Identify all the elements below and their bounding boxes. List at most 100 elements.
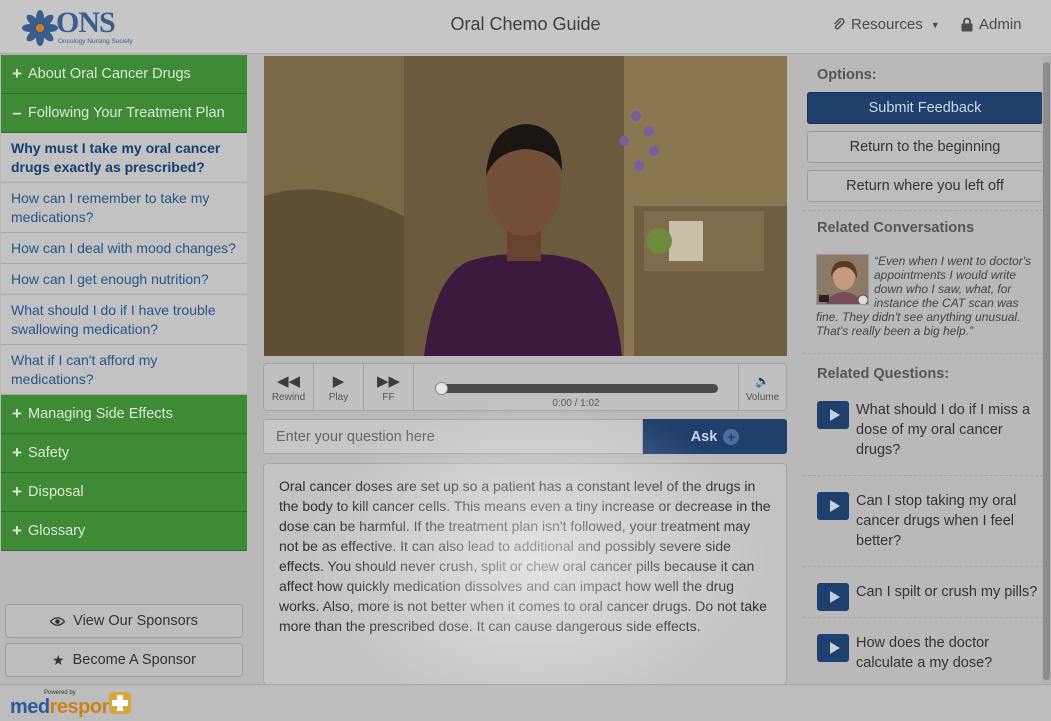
play-icon: [817, 401, 849, 429]
admin-link[interactable]: Admin: [960, 16, 1022, 33]
related-conversations-heading: Related Conversations: [817, 220, 975, 236]
nav-item-nutrition[interactable]: How can I get enough nutrition?: [1, 264, 247, 295]
related-questions-heading: Related Questions:: [817, 366, 950, 382]
nav-section-label: Safety: [28, 445, 70, 461]
divider: [803, 617, 1043, 618]
video-frame: [264, 56, 787, 356]
conversation-thumbnail[interactable]: [816, 254, 869, 305]
return-beginning-button[interactable]: Return to the beginning: [807, 131, 1043, 163]
nav-section-glossary[interactable]: + Glossary: [1, 512, 247, 551]
rewind-icon: ◀◀: [276, 373, 301, 390]
rewind-button[interactable]: ◀◀ Rewind: [264, 364, 314, 410]
fast-forward-label: FF: [382, 392, 395, 403]
nav-section-label: Glossary: [28, 523, 86, 539]
medrespond-logo[interactable]: Powered by medrespond: [10, 688, 140, 718]
related-question-item[interactable]: Can I spilt or crush my pills?: [817, 582, 1043, 611]
view-sponsors-label: View Our Sponsors: [73, 613, 198, 629]
admin-label: Admin: [979, 16, 1022, 33]
nav-section-label: Following Your Treatment Plan: [28, 105, 225, 121]
nav-section-label: Disposal: [28, 484, 84, 500]
expand-plus-icon: +: [12, 404, 22, 423]
options-scrollbar[interactable]: [1042, 56, 1051, 684]
become-sponsor-label: Become A Sponsor: [72, 652, 196, 668]
lock-icon: [961, 17, 973, 32]
nav-item-remember-medications[interactable]: How can I remember to take my medication…: [1, 183, 247, 233]
volume-button[interactable]: 🔈 Volume: [738, 364, 786, 410]
nav-section-treatment-plan[interactable]: – Following Your Treatment Plan: [1, 94, 247, 133]
play-icon: [817, 583, 849, 611]
play-icon: [817, 634, 849, 662]
related-question-text: Can I stop taking my oral cancer drugs w…: [856, 493, 1017, 549]
nav-section-label: About Oral Cancer Drugs: [28, 66, 191, 82]
view-sponsors-button[interactable]: View Our Sponsors: [5, 604, 243, 638]
progress-handle[interactable]: [435, 382, 448, 395]
logo-subtext: Oncology Nursing Society: [58, 38, 133, 45]
nav-item-afford[interactable]: What if I can't afford my medications?: [1, 345, 247, 395]
divider: [803, 353, 1043, 354]
video-player[interactable]: [264, 56, 787, 356]
nav-section-label: Managing Side Effects: [28, 406, 173, 422]
play-button[interactable]: ▶ Play: [314, 364, 364, 410]
expand-plus-icon: +: [12, 64, 22, 83]
fast-forward-icon: ▶▶: [376, 373, 401, 390]
topic-navigation: + About Oral Cancer Drugs – Following Yo…: [1, 55, 247, 551]
return-left-off-button[interactable]: Return where you left off: [807, 170, 1043, 202]
answer-text: Oral cancer doses are set up so a patien…: [263, 463, 787, 685]
volume-icon: 🔈: [755, 374, 770, 388]
play-label: Play: [328, 392, 349, 403]
volume-label: Volume: [745, 392, 780, 403]
nav-item-take-exactly[interactable]: Why must I take my oral cancer drugs exa…: [1, 133, 247, 183]
options-heading: Options:: [817, 67, 877, 83]
related-question-text: What should I do if I miss a dose of my …: [856, 402, 1031, 458]
resources-label: Resources: [851, 16, 923, 33]
paperclip-icon: [834, 17, 845, 29]
play-icon: [817, 492, 849, 520]
eye-icon: [50, 616, 66, 626]
app-header: ONS Oncology Nursing Society Oral Chemo …: [0, 0, 1051, 54]
resources-menu[interactable]: Resources ▼: [832, 16, 940, 33]
logo-text: ONS: [56, 6, 116, 39]
footer: [0, 684, 1051, 721]
ons-logo[interactable]: ONS Oncology Nursing Society: [22, 6, 133, 48]
nav-section-disposal[interactable]: + Disposal: [1, 473, 247, 512]
expand-plus-icon: +: [12, 482, 22, 501]
divider: [803, 475, 1043, 476]
chevron-down-icon: ▼: [930, 19, 940, 30]
play-icon: ▶: [332, 373, 345, 390]
divider: [803, 210, 1043, 211]
nav-section-safety[interactable]: + Safety: [1, 434, 247, 473]
nav-section-about-drugs[interactable]: + About Oral Cancer Drugs: [1, 55, 247, 94]
related-question-text: Can I spilt or crush my pills?: [856, 584, 1038, 600]
question-input[interactable]: [263, 419, 643, 454]
time-readout: 0:00 / 1:02: [552, 398, 600, 409]
related-question-item[interactable]: How does the doctor calculate a my dose?: [817, 633, 1043, 673]
expand-plus-icon: +: [12, 521, 22, 540]
star-icon: ★: [52, 651, 65, 668]
scrollbar-thumb[interactable]: [1043, 62, 1050, 680]
nav-item-swallowing[interactable]: What should I do if I have trouble swall…: [1, 295, 247, 345]
progress-bar[interactable]: [435, 382, 718, 395]
medical-cross-icon: [109, 692, 131, 714]
ask-question-bar: Ask +: [263, 419, 787, 454]
fast-forward-button[interactable]: ▶▶ FF: [364, 364, 414, 410]
ons-flower-icon: [22, 10, 58, 46]
related-question-item[interactable]: What should I do if I miss a dose of my …: [817, 400, 1043, 460]
become-sponsor-button[interactable]: ★ Become A Sponsor: [5, 643, 243, 677]
expand-plus-icon: +: [12, 443, 22, 462]
plus-icon: +: [723, 428, 740, 445]
video-controls: ◀◀ Rewind ▶ Play ▶▶ FF 0:00 / 1:02 🔈 Vol…: [263, 363, 787, 411]
submit-feedback-button[interactable]: Submit Feedback: [807, 92, 1043, 124]
nav-section-side-effects[interactable]: + Managing Side Effects: [1, 395, 247, 434]
ask-button[interactable]: Ask +: [643, 419, 787, 454]
nav-item-mood-changes[interactable]: How can I deal with mood changes?: [1, 233, 247, 264]
collapse-minus-icon: –: [12, 103, 22, 122]
brand-text: medrespond: [10, 696, 126, 719]
related-question-item[interactable]: Can I stop taking my oral cancer drugs w…: [817, 491, 1043, 551]
rewind-label: Rewind: [271, 392, 306, 403]
ask-label: Ask: [690, 428, 718, 445]
related-question-text: How does the doctor calculate a my dose?: [856, 635, 993, 671]
divider: [803, 566, 1043, 567]
options-panel: Options: Submit Feedback Return to the b…: [803, 56, 1044, 686]
brand-part-1: med: [10, 696, 50, 718]
progress-area: 0:00 / 1:02: [435, 364, 738, 410]
